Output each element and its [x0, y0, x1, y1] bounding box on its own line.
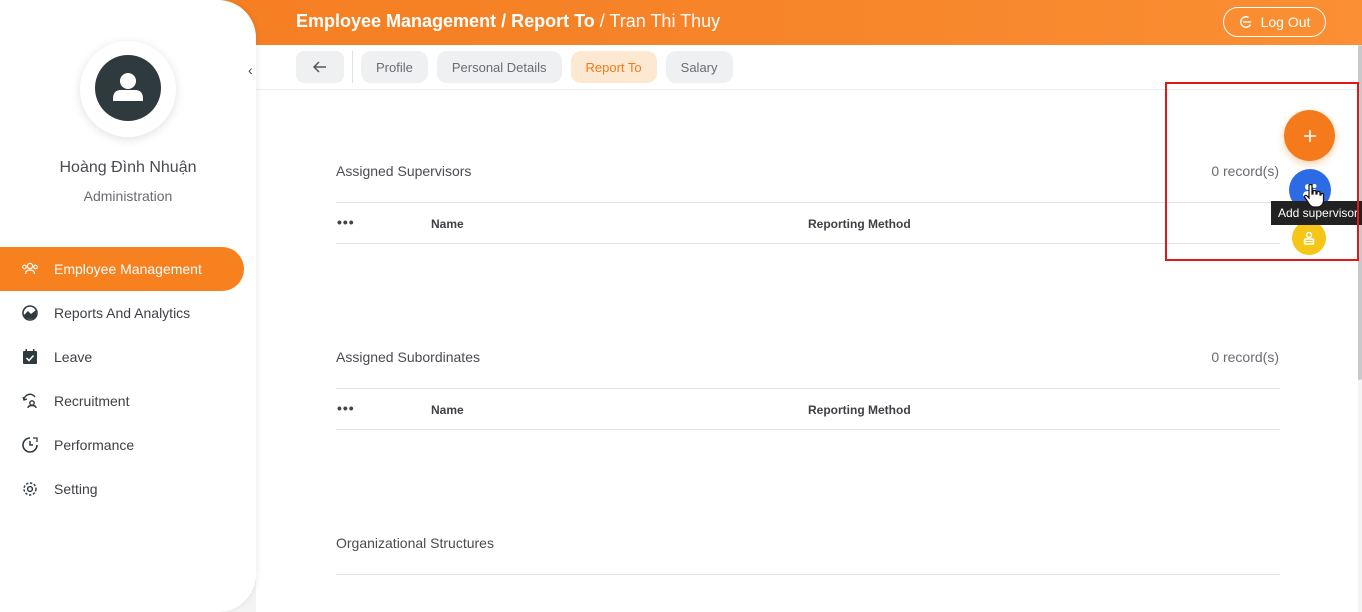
breadcrumb-separator: /: [594, 11, 610, 31]
supervisors-col-reporting-method[interactable]: Reporting Method: [808, 217, 911, 231]
subordinates-more-menu[interactable]: •••: [337, 400, 355, 416]
table-divider: [336, 243, 1280, 244]
sidebar: Hoàng Đình Nhuận Administration Employee…: [0, 0, 256, 612]
supervisors-more-menu[interactable]: •••: [337, 214, 355, 230]
sidebar-nav: Employee Management Reports And Analytic…: [0, 247, 256, 511]
chart-icon: [20, 303, 40, 323]
breadcrumb-report-to[interactable]: Report To: [511, 11, 595, 31]
tab-report-to[interactable]: Report To: [570, 51, 657, 83]
table-divider: [336, 202, 1280, 203]
breadcrumb-separator: /: [496, 11, 512, 31]
avatar[interactable]: [95, 55, 161, 121]
logout-label: Log Out: [1260, 14, 1311, 30]
tab-salary[interactable]: Salary: [665, 51, 733, 83]
sidebar-item-label: Reports And Analytics: [54, 305, 191, 321]
logout-button[interactable]: Log Out: [1223, 7, 1326, 37]
sidebar-item-label: Recruitment: [54, 393, 130, 409]
table-divider: [336, 574, 1280, 575]
recruitment-icon: [20, 391, 40, 411]
people-icon: [20, 259, 40, 279]
performance-icon: [20, 435, 40, 455]
user-icon: [113, 73, 143, 101]
sidebar-item-leave[interactable]: Leave: [0, 335, 256, 379]
breadcrumb-employee-management[interactable]: Employee Management: [296, 11, 496, 31]
tab-underline-divider: [256, 89, 1358, 90]
supervisors-record-count: 0 record(s): [1211, 163, 1279, 179]
fab-add-button[interactable]: [1284, 110, 1335, 161]
sidebar-item-reports-and-analytics[interactable]: Reports And Analytics: [0, 291, 256, 335]
add-subordinate-icon: [1303, 231, 1315, 245]
user-name: Hoàng Đình Nhuận: [59, 159, 197, 176]
sidebar-item-label: Setting: [54, 481, 98, 497]
sidebar-item-performance[interactable]: Performance: [0, 423, 256, 467]
user-role: Administration: [83, 188, 173, 204]
sidebar-item-employee-management[interactable]: Employee Management: [0, 247, 244, 291]
sidebar-item-recruitment[interactable]: Recruitment: [0, 379, 256, 423]
table-divider: [336, 429, 1280, 430]
sidebar-item-label: Employee Management: [54, 261, 202, 277]
subordinates-col-name[interactable]: Name: [431, 403, 464, 417]
section-title-subordinates: Assigned Subordinates: [336, 349, 480, 365]
tab-personal-details[interactable]: Personal Details: [436, 51, 562, 83]
breadcrumb-current-employee: Tran Thi Thuy: [609, 11, 721, 31]
subordinates-record-count: 0 record(s): [1211, 349, 1279, 365]
hand-cursor-icon: [1303, 183, 1325, 208]
sidebar-item-setting[interactable]: Setting: [0, 467, 256, 511]
tab-bar: Profile Personal Details Report To Salar…: [296, 51, 742, 83]
logout-icon: [1239, 16, 1252, 28]
gear-icon: [20, 479, 40, 499]
breadcrumb: Employee Management / Report To / Tran T…: [296, 11, 720, 32]
tab-profile[interactable]: Profile: [361, 51, 428, 83]
back-button[interactable]: [296, 51, 344, 83]
sidebar-item-label: Leave: [54, 349, 93, 365]
plus-icon: [1303, 129, 1316, 142]
table-divider: [336, 388, 1280, 389]
section-title-org-structures: Organizational Structures: [336, 535, 494, 551]
supervisors-col-name[interactable]: Name: [431, 217, 464, 231]
subordinates-col-reporting-method[interactable]: Reporting Method: [808, 403, 911, 417]
sidebar-item-label: Performance: [54, 437, 135, 453]
calendar-check-icon: [20, 347, 40, 367]
arrow-left-icon: [313, 61, 326, 73]
add-subordinate-button[interactable]: [1292, 221, 1326, 255]
tab-divider: [352, 51, 353, 83]
section-title-supervisors: Assigned Supervisors: [336, 163, 472, 179]
sidebar-collapse-chevron[interactable]: ‹: [248, 62, 253, 78]
main-content: [256, 45, 1358, 612]
